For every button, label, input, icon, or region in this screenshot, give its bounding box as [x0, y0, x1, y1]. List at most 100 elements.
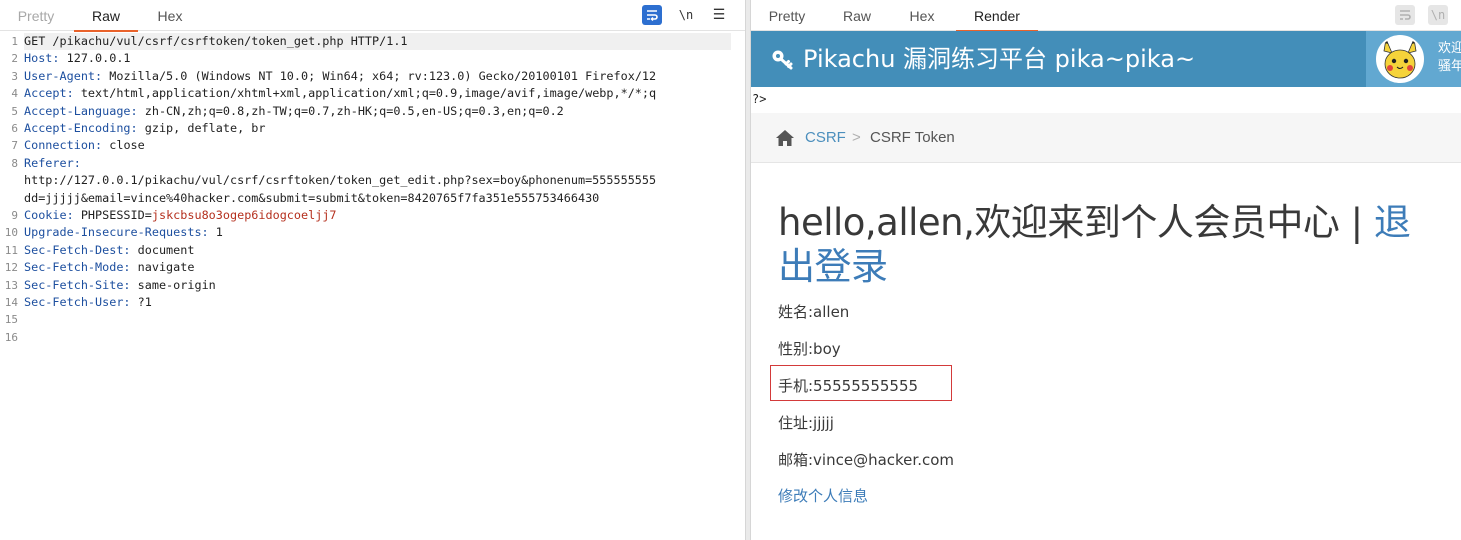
- header-name: Referer:: [24, 155, 81, 170]
- user-menu[interactable]: 欢迎 骚年: [1366, 31, 1461, 87]
- header-name: Host:: [24, 51, 60, 66]
- avatar: [1376, 35, 1424, 83]
- line-number: 15: [4, 313, 18, 327]
- request-line[interactable]: Accept-Encoding: gzip, deflate, br: [24, 120, 731, 137]
- show-newlines-button[interactable]: \n: [1428, 5, 1448, 25]
- header-name: Sec-Fetch-User:: [24, 295, 131, 309]
- show-newlines-button[interactable]: \n: [676, 5, 696, 25]
- request-line[interactable]: Upgrade-Insecure-Requests: 1: [24, 224, 731, 241]
- header-value: text/html,application/xhtml+xml,applicat…: [73, 86, 657, 101]
- request-text-editor[interactable]: 1 GET /pikachu/vul/csrf/csrftoken/token_g…: [0, 33, 745, 540]
- edit-profile-link[interactable]: 修改个人信息: [778, 485, 868, 506]
- stray-php-tag: ?>: [752, 92, 767, 106]
- line-number: 7: [11, 139, 18, 153]
- request-line[interactable]: Sec-Fetch-Mode: navigate: [24, 259, 731, 276]
- site-header: Pikachu 漏洞练习平台 pika~pika~ 欢迎 骚年: [751, 31, 1461, 87]
- request-editor-pane: Pretty Raw Hex \n ☰ 1 GET /pikachu/vul/cs…: [0, 0, 745, 540]
- request-line[interactable]: Host: 127.0.0.1: [24, 50, 731, 67]
- line-number: 8: [11, 156, 18, 170]
- line-number: 9: [11, 209, 18, 222]
- header-name: User-Agent:: [24, 68, 103, 83]
- site-title[interactable]: Pikachu 漏洞练习平台 pika~pika~: [803, 31, 1195, 87]
- header-name: Upgrade-Insecure-Requests:: [24, 225, 209, 240]
- request-line[interactable]: Referer:: [24, 155, 731, 172]
- tab-hex[interactable]: Hex: [142, 0, 198, 31]
- request-line[interactable]: [24, 329, 731, 346]
- line-number: 13: [4, 278, 18, 292]
- header-name: Connection:: [24, 138, 103, 153]
- phone-row: 手机:55555555555: [778, 377, 919, 395]
- sex-row: 性别:boy: [778, 340, 841, 358]
- header-value: gzip, deflate, br: [137, 121, 266, 135]
- request-line[interactable]: Accept-Language: zh-CN,zh;q=0.8,zh-TW;q=…: [24, 103, 731, 120]
- tab-raw[interactable]: Raw: [831, 0, 883, 31]
- line-number: 1: [11, 35, 18, 48]
- request-view-tabs: Pretty Raw Hex \n ☰: [0, 0, 745, 32]
- page-title: hello,allen,欢迎来到个人会员中心 | 退出登录: [778, 201, 1438, 289]
- request-line[interactable]: GET /pikachu/vul/csrf/csrftoken/token_ge…: [24, 33, 731, 50]
- tab-pretty[interactable]: Pretty: [759, 0, 815, 31]
- tab-pretty[interactable]: Pretty: [6, 0, 66, 31]
- rendered-page: Pikachu 漏洞练习平台 pika~pika~ 欢迎 骚年 ?> CSRF …: [751, 31, 1461, 540]
- breadcrumb: CSRF > CSRF Token: [751, 113, 1461, 163]
- line-text: http://127.0.0.1/pikachu/vul/csrf/csrfto…: [24, 173, 657, 188]
- header-name: Sec-Fetch-Dest:: [24, 242, 131, 257]
- header-value: 127.0.0.1: [59, 51, 131, 66]
- line-number: 5: [11, 104, 18, 118]
- request-line[interactable]: http://127.0.0.1/pikachu/vul/csrf/csrfto…: [24, 172, 731, 189]
- line-number: 16: [4, 330, 18, 344]
- header-name: Sec-Fetch-Site:: [24, 277, 131, 292]
- breadcrumb-link-csrf[interactable]: CSRF: [805, 113, 846, 163]
- request-line[interactable]: Sec-Fetch-User: ?1: [24, 294, 731, 311]
- breadcrumb-separator-icon: >: [852, 129, 861, 146]
- header-name: Cookie:: [24, 208, 74, 222]
- edit-profile-label[interactable]: 修改个人信息: [778, 487, 868, 505]
- welcome-text: 欢迎 骚年: [1438, 39, 1461, 75]
- request-line[interactable]: [24, 311, 731, 328]
- header-name: Accept-Encoding:: [24, 121, 138, 135]
- line-text: GET /pikachu/vul/csrf/csrftoken/token_ge…: [24, 34, 408, 48]
- line-number: [0, 190, 18, 207]
- request-line[interactable]: User-Agent: Mozilla/5.0 (Windows NT 10.0…: [24, 68, 731, 85]
- line-number: [0, 172, 18, 189]
- request-line[interactable]: Connection: close: [24, 137, 731, 154]
- email-row: 邮箱:vince@hacker.com: [778, 451, 955, 469]
- header-name: Sec-Fetch-Mode:: [24, 260, 131, 275]
- response-view-tabs: Pretty Raw Hex Render \n: [751, 0, 1461, 32]
- line-number: 6: [11, 122, 18, 135]
- header-value: 1: [208, 225, 223, 240]
- header-value: document: [130, 242, 195, 257]
- wrap-lines-icon[interactable]: [642, 5, 662, 25]
- header-value: Mozilla/5.0 (Windows NT 10.0; Win64; x64…: [102, 68, 657, 83]
- home-icon[interactable]: [775, 129, 795, 147]
- welcome-line-2: 骚年: [1438, 58, 1461, 73]
- breadcrumb-current: CSRF Token: [870, 129, 955, 146]
- greeting-text: hello,allen,欢迎来到个人会员中心 |: [778, 201, 1374, 244]
- request-line[interactable]: Accept: text/html,application/xhtml+xml,…: [24, 85, 731, 102]
- header-value: close: [102, 138, 145, 153]
- line-number: 2: [11, 52, 18, 66]
- line-number: 10: [4, 226, 18, 240]
- line-number: 12: [4, 261, 18, 275]
- header-value: ?1: [130, 295, 152, 309]
- header-name: Accept-Language:: [24, 103, 138, 118]
- welcome-line-1: 欢迎: [1438, 40, 1461, 55]
- request-line[interactable]: Cookie: PHPSESSID=jskcbsu8o3ogep6idogcoe…: [24, 207, 731, 224]
- request-line[interactable]: dd=jjjjj&email=vince%40hacker.com&submit…: [24, 190, 731, 207]
- header-name: Accept:: [24, 86, 74, 101]
- wrap-lines-icon[interactable]: [1395, 5, 1415, 25]
- header-value: same-origin: [130, 277, 216, 292]
- line-number: 4: [11, 87, 18, 101]
- tab-render[interactable]: Render: [956, 0, 1038, 32]
- request-line[interactable]: Sec-Fetch-Site: same-origin: [24, 277, 731, 294]
- line-text: dd=jjjjj&email=vince%40hacker.com&submit…: [24, 190, 600, 205]
- tab-hex[interactable]: Hex: [899, 0, 945, 31]
- request-line[interactable]: Sec-Fetch-Dest: document: [24, 242, 731, 259]
- line-number: 11: [4, 243, 18, 257]
- cookie-value: jskcbsu8o3ogep6idogcoeljj7: [151, 208, 337, 222]
- menu-icon[interactable]: ☰: [709, 5, 729, 25]
- address-row: 住址:jjjjj: [778, 414, 834, 432]
- name-row: 姓名:allen: [778, 303, 850, 321]
- line-number: 14: [4, 296, 18, 309]
- tab-raw[interactable]: Raw: [74, 0, 138, 32]
